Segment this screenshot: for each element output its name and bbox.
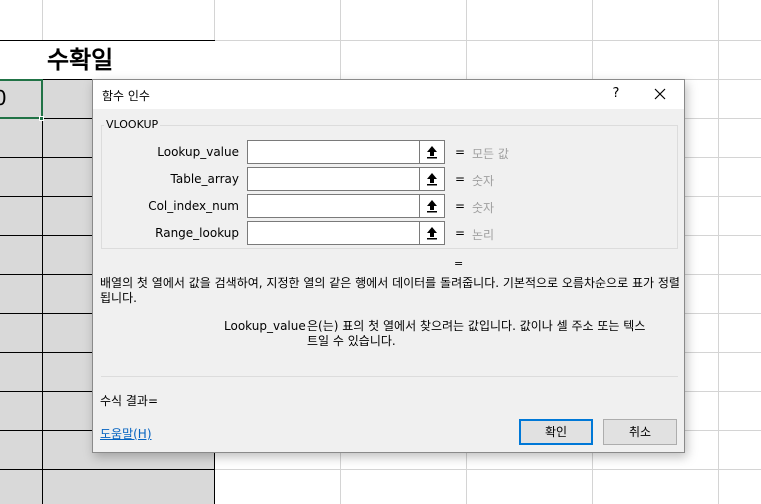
collapse-dialog-button[interactable] (419, 140, 445, 164)
arg-row-col-index-num: Col_index_num = 숫자 (93, 194, 684, 218)
header-cell-harvest-date[interactable]: 수확일 (42, 41, 215, 79)
arg-label: Range_lookup (155, 226, 239, 240)
arg-result: 모든 값 (472, 147, 509, 161)
lookup-value-input[interactable] (247, 140, 419, 164)
arg-label: Table_array (170, 172, 240, 186)
shaded-column-a (0, 79, 42, 504)
arg-result: 논리 (472, 228, 495, 242)
col-index-num-input[interactable] (247, 194, 419, 218)
close-button[interactable] (645, 82, 675, 106)
arrow-up-icon (427, 200, 437, 213)
overall-result-eq: = (454, 257, 464, 270)
collapse-dialog-button[interactable] (419, 194, 445, 218)
selected-cell[interactable] (0, 79, 43, 119)
function-arguments-dialog: 함수 인수 ? VLOOKUP Lookup_value = 모든 값 Tabl… (92, 79, 685, 453)
arg-row-lookup-value: Lookup_value = 모든 값 (93, 140, 684, 164)
close-icon (654, 88, 666, 100)
dialog-title: 함수 인수 (102, 89, 150, 103)
help-link[interactable]: 도움말(H) (100, 425, 152, 442)
arg-label: Lookup_value (157, 145, 239, 159)
collapse-dialog-button[interactable] (419, 167, 445, 191)
fill-handle[interactable] (39, 116, 44, 121)
arrow-up-icon (427, 227, 437, 240)
table-array-input[interactable] (247, 167, 419, 191)
arg-row-table-array: Table_array = 숫자 (93, 167, 684, 191)
collapse-dialog-button[interactable] (419, 221, 445, 245)
help-button[interactable]: ? (603, 82, 629, 106)
ok-button[interactable]: 확인 (519, 419, 593, 445)
dialog-title-bar[interactable]: 함수 인수 ? (93, 80, 684, 109)
arg-label: Col_index_num (148, 199, 239, 213)
divider (101, 376, 678, 377)
arg-help-text: 은(는) 표의 첫 열에서 찾으려는 값입니다. 값이나 셀 주소 또는 텍스트… (307, 319, 646, 348)
arg-eq-sign: = (455, 145, 466, 159)
grid-col-line (718, 0, 719, 504)
range-lookup-input[interactable] (247, 221, 419, 245)
arg-result: 숫자 (472, 174, 495, 188)
table-border (0, 469, 215, 470)
arg-eq-sign: = (455, 199, 466, 213)
arg-help-name: Lookup_value (224, 319, 306, 333)
arg-eq-sign: = (455, 172, 466, 186)
arrow-up-icon (427, 173, 437, 186)
arg-result: 숫자 (472, 201, 495, 215)
function-name-label: VLOOKUP (104, 118, 161, 131)
function-description: 배열의 첫 열에서 값을 검색하여, 지정한 열의 같은 행에서 데이터를 돌려… (100, 276, 680, 305)
arrow-up-icon (427, 146, 437, 159)
arg-row-range-lookup: Range_lookup = 논리 (93, 221, 684, 245)
cancel-button[interactable]: 취소 (603, 419, 677, 445)
arg-eq-sign: = (455, 226, 466, 240)
formula-result: 수식 결과= (100, 394, 159, 408)
